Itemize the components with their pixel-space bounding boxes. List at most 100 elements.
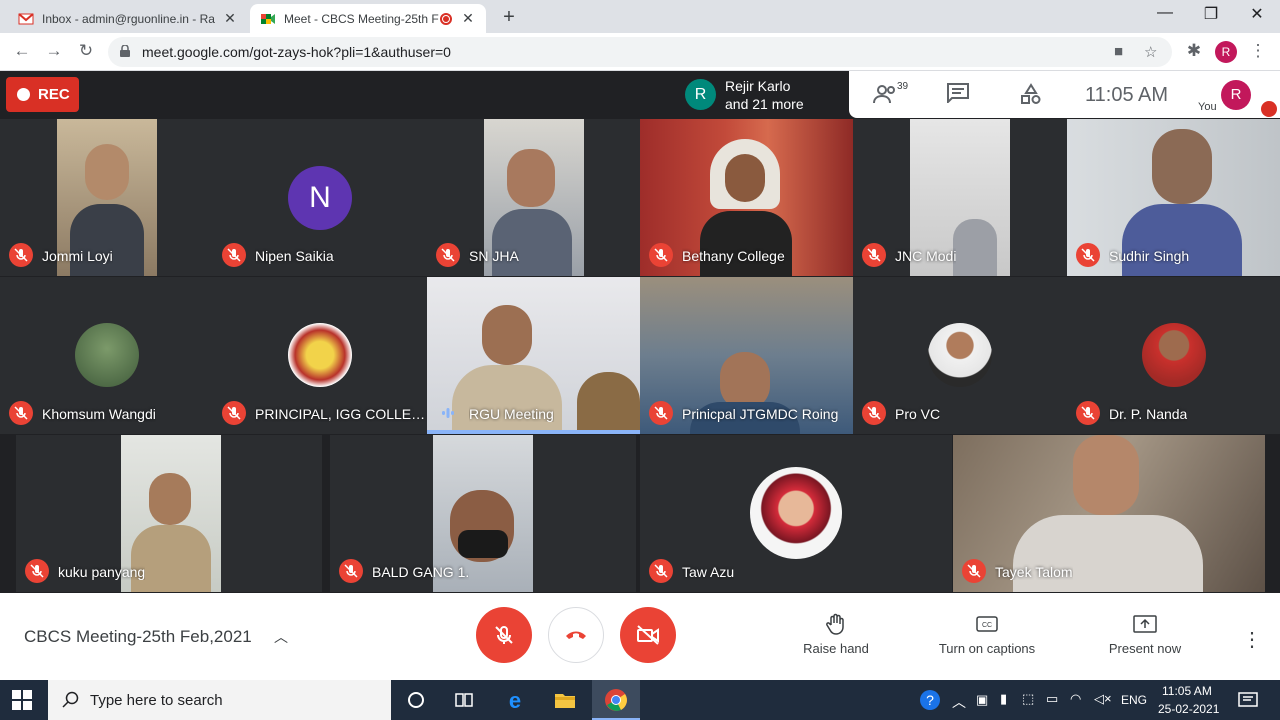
close-window-button[interactable]: ✕	[1234, 4, 1280, 24]
windows-taskbar: Type here to search e ? ︿ ▣ ▮ ⬚ ▭ ◠ ◁× E…	[0, 680, 1280, 720]
bookmark-star-icon[interactable]: ☆	[1144, 43, 1157, 61]
participant-tile[interactable]: SN JHA	[427, 119, 640, 276]
restore-button[interactable]: ❐	[1188, 4, 1234, 24]
taskbar-time[interactable]: 11:05 AM	[1162, 684, 1212, 698]
muted-mic-icon	[649, 243, 673, 267]
tray-meet-icon[interactable]: ▣	[976, 692, 988, 708]
meet-icon	[261, 13, 275, 24]
muted-mic-icon	[25, 559, 49, 583]
speaking-indicator	[427, 430, 640, 434]
present-now-button[interactable]: Present now	[1102, 613, 1188, 656]
chrome-menu-icon[interactable]: ⋮	[1246, 41, 1270, 61]
chevron-up-icon[interactable]: ︿	[274, 627, 288, 647]
participant-tile[interactable]: N Nipen Saikia	[213, 119, 427, 276]
url-text: meet.google.com/got-zays-hok?pli=1&authu…	[142, 44, 451, 60]
meeting-controls-bar: CBCS Meeting-25th Feb,2021 ︿ Raise hand …	[0, 593, 1280, 680]
participant-name: PRINCIPAL, IGG COLLEG...	[255, 406, 427, 422]
participant-tile[interactable]: PRINCIPAL, IGG COLLEG...	[213, 277, 427, 434]
participant-tile[interactable]: Sudhir Singh	[1067, 119, 1280, 276]
participant-tile[interactable]: Dr. P. Nanda	[1067, 277, 1280, 434]
address-bar[interactable]: meet.google.com/got-zays-hok?pli=1&authu…	[108, 37, 1172, 67]
participant-tile[interactable]: JNC Modi	[853, 119, 1067, 276]
meet-clock: 11:05 AM	[1085, 84, 1169, 106]
captions-button[interactable]: CC Turn on captions	[930, 613, 1044, 656]
tab-title: Meet - CBCS Meeting-25th F	[284, 11, 439, 26]
lock-icon	[120, 45, 130, 57]
tray-camera-icon[interactable]: ⬚	[1022, 691, 1034, 707]
edge-icon[interactable]: e	[503, 688, 527, 712]
activities-icon[interactable]	[1020, 83, 1042, 111]
volume-muted-icon[interactable]: ◁×	[1094, 691, 1112, 707]
wifi-icon[interactable]: ◠	[1070, 691, 1081, 707]
active-speaker-chip: R Rejir Karlo and 21 more	[677, 71, 849, 118]
participant-tile[interactable]: kuku panyang	[16, 435, 322, 592]
svg-text:?: ?	[926, 692, 934, 708]
back-icon[interactable]: ←	[10, 41, 34, 61]
camera-off-icon	[637, 625, 659, 645]
mic-toggle-button[interactable]	[476, 607, 532, 663]
participant-tile[interactable]: Prinicpal JTGMDC Roing	[640, 277, 853, 434]
leave-call-button[interactable]	[548, 607, 604, 663]
chrome-taskbar-button[interactable]	[592, 680, 640, 720]
participant-name: Nipen Saikia	[255, 248, 334, 264]
tab-gmail[interactable]: Inbox - admin@rguonline.in - Ra ✕	[8, 4, 248, 33]
tab-close-icon[interactable]: ✕	[460, 10, 476, 27]
cortana-icon[interactable]	[404, 688, 428, 712]
tray-mic-icon[interactable]: ▮	[1000, 691, 1007, 707]
captions-label: Turn on captions	[938, 641, 1036, 656]
participant-tile[interactable]: Bethany College	[640, 119, 853, 276]
participants-icon[interactable]	[873, 83, 899, 111]
hand-icon	[826, 613, 844, 635]
participant-tile[interactable]: Taw Azu	[640, 435, 952, 592]
tab-close-icon[interactable]: ✕	[222, 10, 238, 27]
gmail-icon	[18, 12, 34, 24]
muted-mic-icon	[222, 401, 246, 425]
participant-tile[interactable]: Tayek Talom	[953, 435, 1265, 592]
speaker-more: and 21 more	[725, 95, 804, 112]
taskbar-date[interactable]: 25-02-2021	[1158, 702, 1219, 716]
participant-tile[interactable]: Pro VC	[853, 277, 1067, 434]
reload-icon[interactable]: ↻	[74, 41, 98, 61]
file-explorer-icon[interactable]	[553, 688, 577, 712]
help-icon[interactable]: ?	[918, 688, 942, 712]
windows-start-icon[interactable]	[12, 690, 32, 710]
search-icon	[62, 691, 79, 708]
muted-mic-icon	[339, 559, 363, 583]
tray-chevron-icon[interactable]: ︿	[952, 692, 966, 712]
taskbar-search-box[interactable]: Type here to search	[48, 680, 391, 720]
forward-icon[interactable]: →	[42, 41, 66, 61]
participant-tile[interactable]: Jommi Loyi	[0, 119, 213, 276]
more-options-icon[interactable]: ⋮	[1242, 627, 1262, 652]
tab-meet[interactable]: Meet - CBCS Meeting-25th F ✕	[250, 4, 486, 33]
tab-title: Inbox - admin@rguonline.in - Ra	[42, 11, 215, 26]
camera-toggle-button[interactable]	[620, 607, 676, 663]
participant-name: Sudhir Singh	[1109, 248, 1190, 264]
task-view-icon[interactable]	[452, 688, 476, 712]
self-avatar[interactable]: R	[1221, 80, 1251, 110]
minimize-button[interactable]: —	[1142, 4, 1188, 22]
meeting-title[interactable]: CBCS Meeting-25th Feb,2021	[24, 627, 252, 647]
participant-name: Khomsum Wangdi	[42, 406, 156, 422]
participant-name: BALD GANG 1.	[372, 564, 470, 580]
participant-tile-speaking[interactable]: RGU Meeting	[427, 277, 640, 434]
muted-mic-icon	[436, 243, 460, 267]
participant-name: SN JHA	[469, 248, 519, 264]
participant-tile[interactable]: Khomsum Wangdi	[0, 277, 213, 434]
battery-icon[interactable]: ▭	[1046, 691, 1058, 707]
notifications-icon[interactable]	[1236, 688, 1260, 712]
participant-avatar: N	[288, 166, 352, 230]
college-logo-avatar	[288, 323, 352, 387]
speaker-avatar: R	[685, 79, 716, 110]
chat-icon[interactable]	[947, 83, 969, 109]
camera-icon[interactable]: ■	[1114, 43, 1123, 60]
raise-hand-button[interactable]: Raise hand	[796, 613, 876, 656]
new-tab-button[interactable]: +	[498, 6, 520, 29]
participant-name: JNC Modi	[895, 248, 957, 264]
participant-tile[interactable]: BALD GANG 1.	[330, 435, 636, 592]
audio-level-icon	[441, 406, 455, 420]
extensions-icon[interactable]: ✱	[1182, 41, 1206, 61]
profile-avatar[interactable]: R	[1215, 41, 1237, 63]
participant-name: Jommi Loyi	[42, 248, 113, 264]
participant-name: Pro VC	[895, 406, 941, 422]
language-indicator[interactable]: ENG	[1121, 693, 1147, 707]
